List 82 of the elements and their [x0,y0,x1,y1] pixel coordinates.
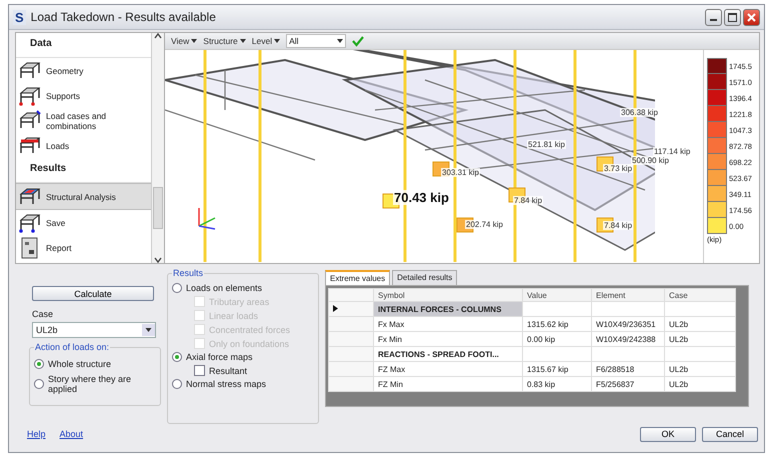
column-header[interactable]: Element [592,288,664,302]
force-label: 70.43 kip [393,190,450,205]
scrollbar[interactable] [151,33,164,263]
case-label: Case [32,309,54,319]
case-dropdown[interactable]: UL2b [32,322,156,338]
sidebar-item[interactable]: Save [16,210,151,235]
maximize-icon [728,12,737,22]
scroll-down-icon[interactable] [154,257,162,263]
toolbar-menu[interactable]: Level [252,36,280,46]
window-title: Load Takedown - Results available [30,10,217,24]
app-logo-icon: S [13,10,26,24]
row-header[interactable] [328,302,374,316]
table-cell: Fx Max [374,316,522,332]
close-button[interactable] [743,8,760,26]
table-cell: Fx Min [374,332,522,346]
force-label: 117.14 kip [653,147,692,156]
checkmark-icon[interactable] [352,35,364,47]
caret-icon [191,39,198,43]
radio-option[interactable]: Whole structure [34,359,156,369]
checkbox-option[interactable]: Resultant [194,365,314,376]
frame-icon [19,84,41,106]
force-label: 7.84 kip [603,221,634,230]
force-label: 500.90 kip [631,156,670,165]
dialog-button[interactable]: Cancel [702,426,758,442]
caret-icon [240,39,246,43]
group-title: Action of loads on: [34,342,110,352]
sidebar-item[interactable]: Structural Analysis [16,183,151,210]
table-cell: UL2b [664,362,736,376]
table-cell: FZ Min [374,376,522,392]
scroll-thumb[interactable] [153,187,163,229]
table-cell: W10X49/242388 [592,332,664,346]
footer-link[interactable]: Help [27,429,46,439]
toolbar-menu[interactable]: Structure [203,36,246,46]
sidebar-item[interactable]: Geometry [16,58,151,83]
table-cell: 0.83 kip [522,376,592,392]
current-row-icon [333,304,338,312]
radio-option[interactable]: Normal stress maps [172,379,314,389]
minimize-icon [710,19,717,21]
sidebar-item[interactable]: Load cases and combinations [16,108,151,133]
table-cell: UL2b [664,376,736,392]
group-title: Results [172,268,204,278]
close-icon [747,12,756,22]
results-tab[interactable]: Detailed results [392,270,458,285]
sidebar-item[interactable]: Supports [16,83,151,108]
force-label: 202.74 kip [465,220,504,229]
minimize-button[interactable] [705,8,722,26]
radio-option[interactable]: Axial force maps [172,352,314,362]
sidebar-item[interactable]: Report [16,235,151,260]
table-cell: 1315.67 kip [522,362,592,376]
table-cell: 1315.62 kip [522,316,592,332]
results-tab[interactable]: Extreme values [325,270,390,285]
table-cell: FZ Max [374,362,522,376]
force-label: 303.31 kip [441,168,480,177]
footer-link[interactable]: About [60,429,84,439]
force-label: 3.73 kip [603,164,634,173]
table-cell: F6/288518 [592,362,664,376]
table-cell: REACTIONS - SPREAD FOOTI... [374,346,522,362]
frame-icon [19,212,41,234]
force-label: 306.38 kip [620,108,659,117]
toolbar-menu[interactable]: View [171,36,198,46]
caret-icon [142,324,155,336]
sidebar-item[interactable]: Loads [16,133,151,158]
radio-option[interactable]: Loads on elements [172,283,314,293]
scroll-up-icon[interactable] [154,33,162,39]
level-dropdown[interactable]: All [286,34,346,48]
column-header[interactable]: Symbol [374,288,522,302]
caret-icon [337,39,344,43]
table-cell: UL2b [664,316,736,332]
table-cell: F5/256837 [592,376,664,392]
force-label: 7.84 kip [513,196,544,205]
table-cell: UL2b [664,332,736,346]
radio-option[interactable]: Story where they are applied [34,374,156,394]
force-label: 521.81 kip [527,140,566,149]
dialog-button[interactable]: OK [640,426,696,442]
table-cell: INTERNAL FORCES - COLUMNS [374,302,522,316]
table-cell: 0.00 kip [522,332,592,346]
calculate-button[interactable]: Calculate [32,286,154,301]
maximize-button[interactable] [724,8,741,26]
table-cell: W10X49/236351 [592,316,664,332]
column-header[interactable]: Value [522,288,592,302]
caret-icon [274,39,280,43]
column-header[interactable]: Case [664,288,736,302]
